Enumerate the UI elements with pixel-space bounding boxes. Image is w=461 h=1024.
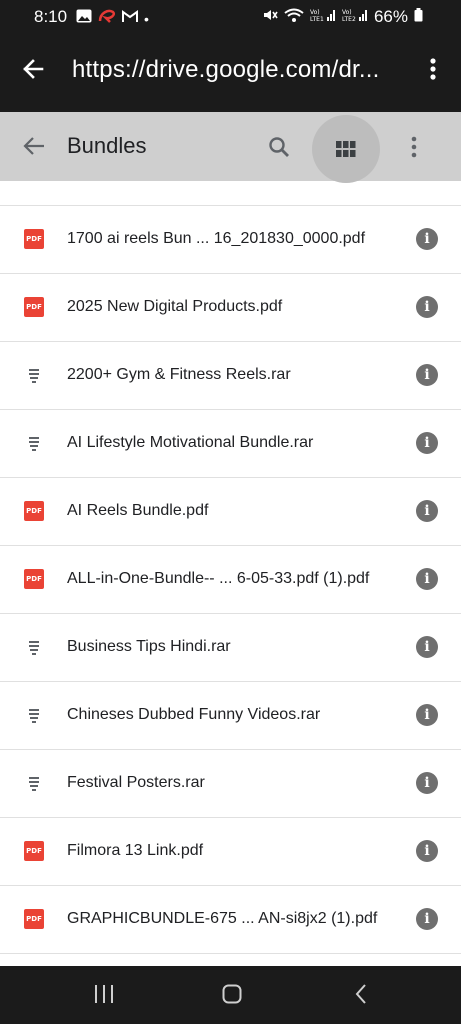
file-name: AI Reels Bundle.pdf (67, 502, 209, 519)
folder-header: Bundles (0, 112, 461, 183)
list-item-partial (0, 181, 461, 206)
info-icon[interactable]: i (416, 228, 438, 250)
browser-toolbar: https://drive.google.com/dr... (0, 34, 461, 112)
more-options-icon[interactable] (411, 136, 417, 163)
info-icon[interactable]: i (416, 908, 438, 930)
file-name: Chineses Dubbed Funny Videos.rar (67, 706, 321, 723)
pdf-file-icon: PDF (24, 297, 44, 317)
url-bar[interactable]: https://drive.google.com/dr... (72, 56, 406, 84)
file-name: Business Tips Hindi.rar (67, 638, 231, 655)
info-icon[interactable]: i (416, 840, 438, 862)
file-list: PDF 1700 ai reels Bun ... 16_201830_0000.… (0, 181, 461, 954)
search-icon[interactable] (268, 136, 290, 163)
browser-menu-icon[interactable] (430, 58, 436, 85)
signal-sim2-icon: Vo) LTE2 (342, 7, 368, 27)
info-icon[interactable]: i (416, 296, 438, 318)
svg-text:LTE2: LTE2 (342, 16, 356, 22)
file-row[interactable]: 2200+ Gym & Fitness Reels.rar i (0, 342, 461, 410)
battery-percent: 66% (373, 7, 408, 26)
pdf-file-icon: PDF (24, 501, 44, 521)
file-row[interactable]: PDF GRAPHICBUNDLE-675 ... AN-si8jx2 (1).p… (0, 886, 461, 954)
file-name: AI Lifestyle Motivational Bundle.rar (67, 434, 314, 451)
folder-back-icon[interactable] (23, 136, 45, 161)
svg-text:Vo): Vo) (342, 9, 352, 16)
grid-view-icon (336, 141, 356, 162)
home-icon[interactable] (222, 984, 242, 1009)
info-icon[interactable]: i (416, 364, 438, 386)
info-icon[interactable]: i (416, 636, 438, 658)
mute-icon (262, 7, 278, 27)
recent-apps-icon[interactable] (94, 985, 114, 1008)
file-name: 2200+ Gym & Fitness Reels.rar (67, 366, 291, 383)
signal-sim1-icon: Vo) LTE1 (310, 7, 336, 27)
pdf-file-icon: PDF (24, 841, 44, 861)
file-name: Festival Posters.rar (67, 774, 205, 791)
svg-text:Vo): Vo) (310, 9, 320, 16)
file-row[interactable]: Chineses Dubbed Funny Videos.rar i (0, 682, 461, 750)
status-time: 8:10 (34, 7, 68, 26)
back-nav-icon[interactable] (354, 984, 368, 1009)
file-row[interactable]: Business Tips Hindi.rar i (0, 614, 461, 682)
file-row[interactable]: PDF AI Reels Bundle.pdf i (0, 478, 461, 546)
pdf-file-icon: PDF (24, 229, 44, 249)
battery-icon (414, 7, 423, 27)
folder-title: Bundles (67, 133, 147, 158)
wifi-icon (284, 7, 304, 27)
status-bar: 8:10 • Vo) LTE1 Vo) LTE2 66% (0, 0, 461, 34)
svg-text:LTE1: LTE1 (310, 16, 324, 22)
file-row[interactable]: PDF 1700 ai reels Bun ... 16_201830_0000.… (0, 206, 461, 274)
file-row[interactable]: PDF ALL-in-One-Bundle-- ... 6-05-33.pdf (… (0, 546, 461, 614)
system-nav-bar (0, 966, 461, 1024)
pdf-file-icon: PDF (24, 909, 44, 929)
file-row[interactable]: PDF 2025 New Digital Products.pdf i (0, 274, 461, 342)
file-row[interactable]: PDF Filmora 13 Link.pdf i (0, 818, 461, 886)
grid-view-button[interactable] (312, 115, 380, 183)
info-icon[interactable]: i (416, 772, 438, 794)
file-name: 1700 ai reels Bun ... 16_201830_0000.pdf (67, 230, 366, 247)
gmail-notification-icon (122, 9, 138, 28)
info-icon[interactable]: i (416, 704, 438, 726)
file-name: GRAPHICBUNDLE-675 ... AN-si8jx2 (1).pdf (67, 910, 378, 927)
back-arrow-icon[interactable] (22, 58, 44, 85)
info-icon[interactable]: i (416, 432, 438, 454)
info-icon[interactable]: i (416, 568, 438, 590)
gallery-notification-icon (76, 9, 92, 28)
archive-file-icon (24, 365, 44, 385)
archive-file-icon (24, 773, 44, 793)
archive-file-icon (24, 433, 44, 453)
pdf-file-icon: PDF (24, 569, 44, 589)
archive-file-icon (24, 637, 44, 657)
airtel-notification-icon (98, 9, 116, 28)
file-name: 2025 New Digital Products.pdf (67, 298, 283, 315)
notification-dot: • (144, 10, 149, 27)
file-row[interactable]: AI Lifestyle Motivational Bundle.rar i (0, 410, 461, 478)
archive-file-icon (24, 705, 44, 725)
file-name: Filmora 13 Link.pdf (67, 842, 204, 859)
info-icon[interactable]: i (416, 500, 438, 522)
file-name: ALL-in-One-Bundle-- ... 6-05-33.pdf (1).… (67, 570, 370, 587)
file-row[interactable]: Festival Posters.rar i (0, 750, 461, 818)
